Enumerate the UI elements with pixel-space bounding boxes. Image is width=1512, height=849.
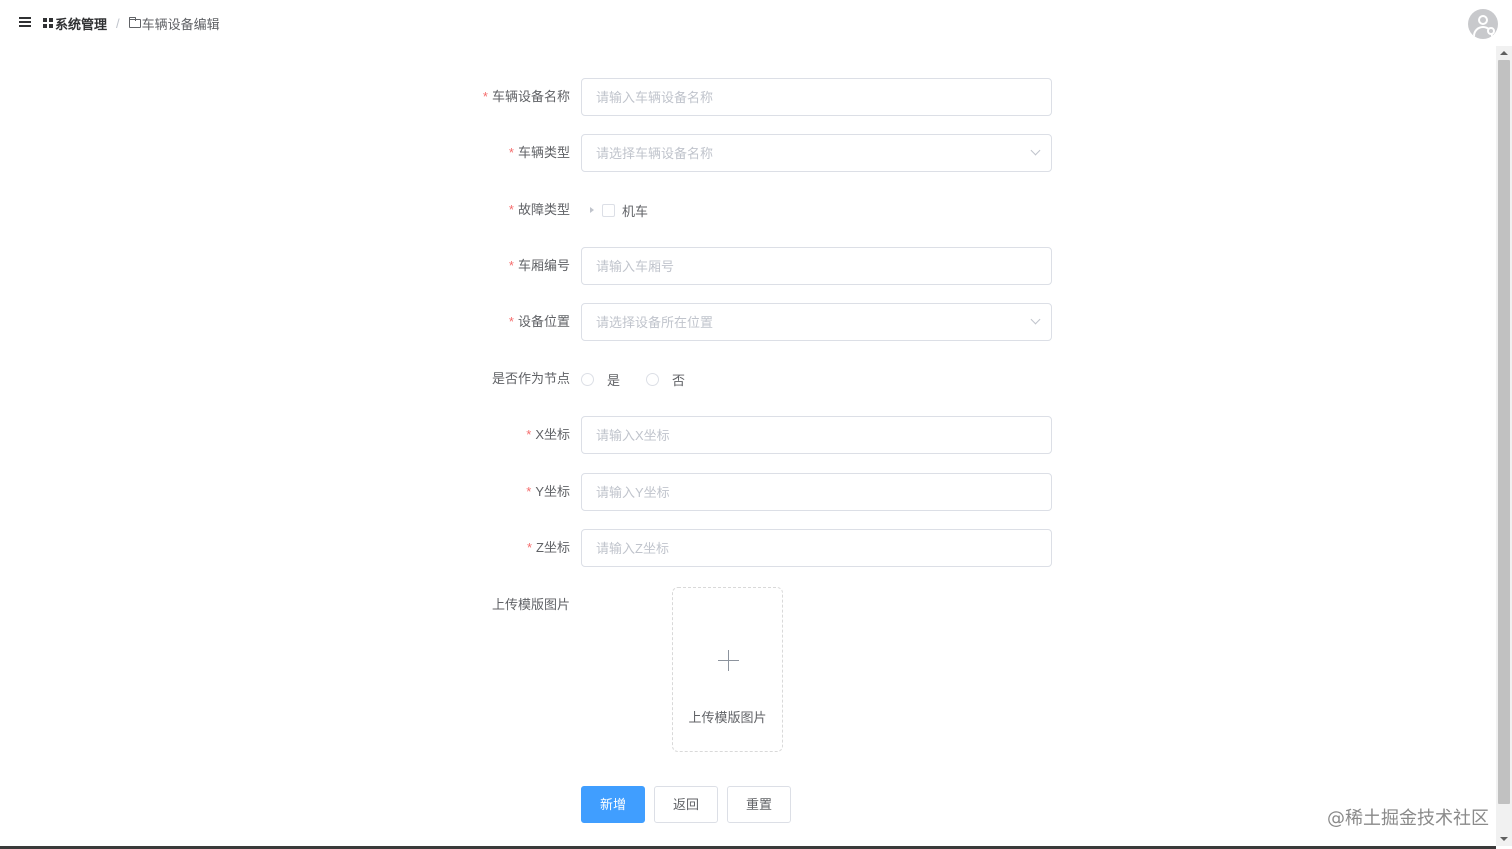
hamburger-icon[interactable] xyxy=(19,16,31,28)
vehicle-type-label: * 车辆类型 xyxy=(508,145,570,160)
grid-icon xyxy=(43,18,53,28)
required-mark: * xyxy=(526,540,533,555)
radio-circle-icon[interactable] xyxy=(581,372,594,386)
reset-button[interactable]: 重置 xyxy=(727,786,791,823)
upload-template-image-button[interactable]: 上传模版图片 xyxy=(672,587,783,752)
carriage-no-input[interactable] xyxy=(581,247,1052,285)
top-bar: 系统管理 / 车辆设备编辑 xyxy=(0,0,1498,46)
breadcrumb-root-label: 系统管理 xyxy=(55,16,108,32)
radio-yes-label[interactable]: 是 xyxy=(607,370,620,389)
user-avatar-icon[interactable] xyxy=(1468,9,1498,39)
breadcrumb-separator: / xyxy=(116,15,120,31)
is-node-label: 是否作为节点 xyxy=(491,371,570,386)
vehicle-type-select-input[interactable] xyxy=(581,134,1052,172)
fault-type-tree-node: 机车 xyxy=(581,191,1052,229)
form-item-fault-type: * 故障类型 机车 xyxy=(470,191,1052,229)
required-mark: * xyxy=(508,202,514,217)
device-position-label: * 设备位置 xyxy=(508,314,570,329)
back-button[interactable]: 返回 xyxy=(654,786,718,823)
breadcrumb-item-current: 车辆设备编辑 xyxy=(128,14,220,33)
required-mark: * xyxy=(508,314,514,329)
required-mark: * xyxy=(508,258,514,273)
breadcrumb: 系统管理 / 车辆设备编辑 xyxy=(43,14,220,32)
fault-type-tree-label[interactable]: 机车 xyxy=(622,201,648,220)
is-node-radio-yes[interactable]: 是 xyxy=(581,370,620,389)
radio-no-label[interactable]: 否 xyxy=(672,370,685,389)
z-coord-label: * Z坐标 xyxy=(526,540,570,555)
caret-right-icon[interactable] xyxy=(590,207,594,213)
scrollbar-thumb[interactable] xyxy=(1498,60,1510,804)
breadcrumb-item-system-management[interactable]: 系统管理 xyxy=(43,14,107,33)
scroll-up-arrow-icon[interactable] xyxy=(1496,46,1512,60)
z-coord-input[interactable] xyxy=(581,529,1052,567)
required-mark: * xyxy=(508,145,514,160)
fault-type-checkbox[interactable] xyxy=(602,203,615,217)
form-item-device-name: * 车辆设备名称 xyxy=(470,78,1052,116)
form-item-y-coord: * Y坐标 xyxy=(470,473,1052,511)
device-name-label: * 车辆设备名称 xyxy=(482,89,570,104)
y-coord-label: * Y坐标 xyxy=(526,484,570,499)
vehicle-type-select[interactable] xyxy=(581,134,1052,172)
form-item-vehicle-type: * 车辆类型 xyxy=(470,134,1052,172)
required-mark: * xyxy=(526,484,532,499)
vertical-scrollbar[interactable] xyxy=(1496,46,1512,846)
form-item-z-coord: * Z坐标 xyxy=(470,529,1052,567)
device-name-input[interactable] xyxy=(581,78,1052,116)
required-mark: * xyxy=(482,89,488,104)
watermark: @稀土掘金技术社区 xyxy=(1327,808,1489,829)
form-item-carriage-no: * 车厢编号 xyxy=(470,247,1052,285)
breadcrumb-current-label: 车辆设备编辑 xyxy=(141,16,220,32)
form-item-x-coord: * X坐标 xyxy=(470,416,1052,454)
fault-type-label: * 故障类型 xyxy=(508,202,570,217)
carriage-no-label: * 车厢编号 xyxy=(508,258,570,273)
y-coord-input[interactable] xyxy=(581,473,1052,511)
scroll-down-arrow-icon[interactable] xyxy=(1496,832,1512,846)
form-item-is-node: 是否作为节点 是 否 xyxy=(470,360,1052,398)
upload-button-text: 上传模版图片 xyxy=(688,710,767,725)
x-coord-input[interactable] xyxy=(581,416,1052,454)
is-node-radio-no[interactable]: 否 xyxy=(646,370,685,389)
submit-button[interactable]: 新增 xyxy=(581,786,645,823)
device-position-select[interactable] xyxy=(581,303,1052,341)
device-position-select-input[interactable] xyxy=(581,303,1052,341)
is-node-radio-group: 是 否 xyxy=(581,360,1052,398)
x-coord-label: * X坐标 xyxy=(526,427,570,442)
upload-label: 上传模版图片 xyxy=(491,597,570,612)
plus-icon xyxy=(718,650,739,671)
folder-icon xyxy=(128,16,141,28)
required-mark: * xyxy=(526,427,532,442)
form-item-device-position: * 设备位置 xyxy=(470,303,1052,341)
radio-circle-icon[interactable] xyxy=(646,372,660,386)
